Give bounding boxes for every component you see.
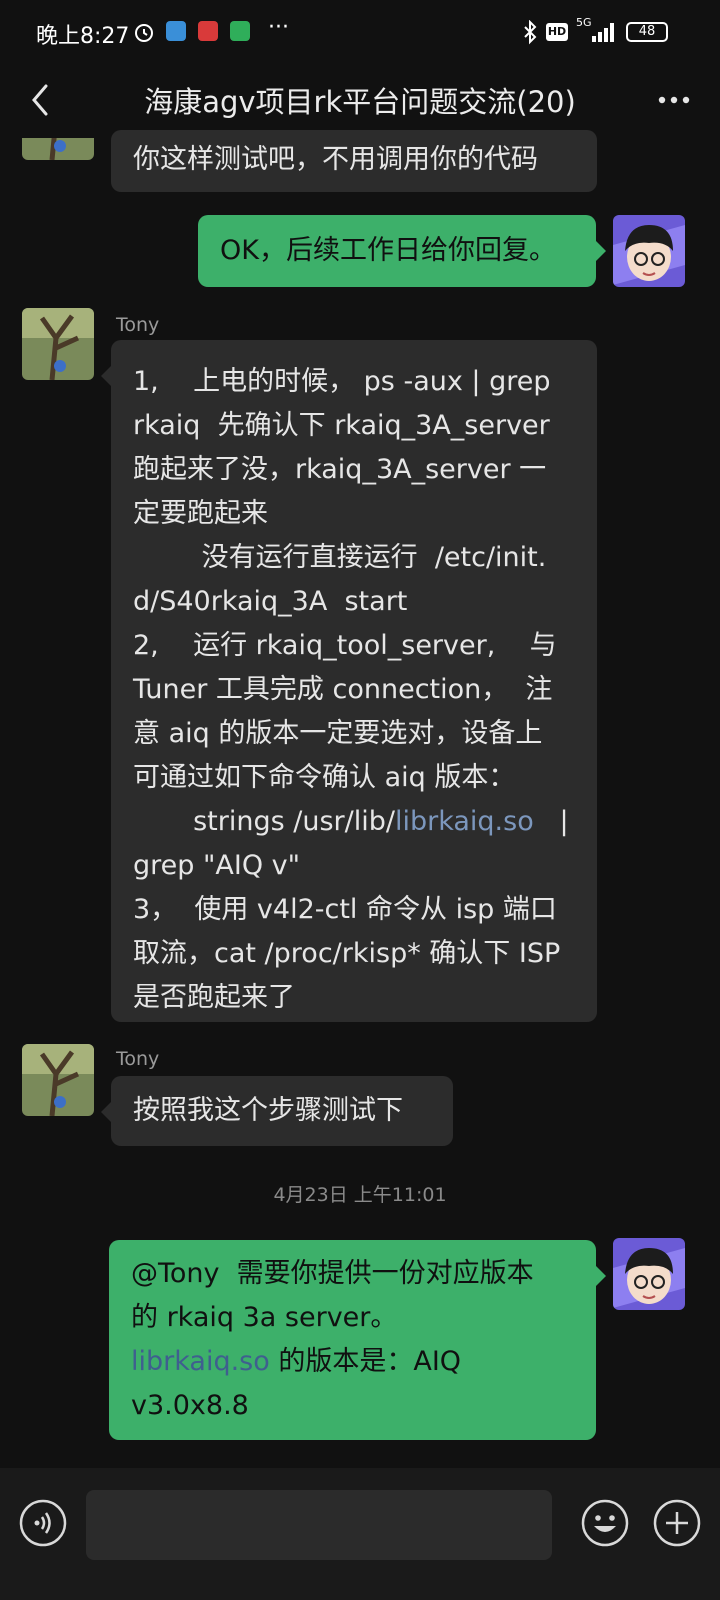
app-notify-icon (198, 21, 218, 41)
input-bar (0, 1468, 720, 1600)
message-text: 按照我这个步骤测试下 (133, 1095, 403, 1126)
message-line: grep "AIQ v" (133, 850, 301, 881)
more-icon[interactable] (650, 80, 698, 120)
message-line: Tuner 工具完成 connection， 注 (133, 674, 553, 705)
file-link[interactable]: librkaiq.so (395, 806, 534, 837)
bubble-tail (101, 1102, 111, 1122)
message-line: rkaiq 先确认下 rkaiq_3A_server (133, 410, 550, 441)
battery-icon: 48 (626, 22, 668, 42)
avatar-tony[interactable] (22, 308, 94, 380)
bluetooth-icon (524, 20, 537, 45)
avatar-self[interactable] (613, 1238, 685, 1310)
message-input[interactable] (86, 1490, 552, 1560)
file-link[interactable]: librkaiq.so (131, 1346, 270, 1377)
message-timestamp: 4月23日 上午11:01 (273, 1184, 447, 1206)
voice-icon[interactable] (18, 1498, 68, 1548)
bubble-tail (596, 241, 606, 261)
emoji-icon[interactable] (580, 1498, 630, 1548)
tree-avatar-image (22, 1044, 94, 1116)
message-line: 的 rkaiq 3a server。 (131, 1302, 398, 1333)
message-text: 的版本是：AIQ (269, 1346, 462, 1377)
message-bubble-self[interactable]: @Tony 需要你提供一份对应版本 的 rkaiq 3a server。 lib… (109, 1240, 606, 1440)
message-line: 可通过如下命令确认 aiq 版本： (133, 762, 516, 793)
message-line: d/S40rkaiq_3A start (133, 586, 408, 617)
message-line: 取流，cat /proc/rkisp* 确认下 ISP (133, 938, 561, 969)
bubble-tail (596, 1266, 606, 1286)
message-line: 是否跑起来了 (133, 982, 295, 1013)
avatar-self[interactable] (613, 215, 685, 287)
more-notifications-icon: ··· (268, 15, 289, 40)
message-line: 意 aiq 的版本一定要选对，设备上 (133, 718, 543, 749)
message-bubble[interactable]: 你这样测试吧，不用调用你的代码 (111, 130, 597, 192)
message-line: 定要跑起来 (133, 498, 268, 529)
message-bubble-self[interactable]: OK，后续工作日给你回复。 (198, 215, 606, 287)
hd-icon: HD (546, 23, 568, 41)
tree-avatar-image (22, 308, 94, 380)
bubble-tail (101, 366, 111, 386)
status-time: 晚上8:27 (36, 24, 130, 49)
message-line: 1, 上电的时候， ps -aux | grep (133, 366, 551, 397)
sender-name: Tony (116, 314, 160, 336)
sender-name: Tony (116, 1048, 160, 1070)
app-notify-icon (230, 21, 250, 41)
message-line: 2, 运行 rkaiq_tool_server, 与 (133, 630, 557, 661)
chat-header: 海康agv项目rk平台问题交流(20) (0, 66, 720, 140)
message-text: strings /usr/lib/ (133, 806, 395, 837)
cartoon-avatar-image (613, 215, 685, 287)
message-text: OK，后续工作日给你回复。 (220, 235, 556, 266)
status-bar: 晚上8:27 ··· HD 5G 48 (0, 0, 720, 66)
signal-icon (592, 23, 614, 42)
chat-title: 海康agv项目rk平台问题交流(20) (144, 85, 576, 119)
message-bubble[interactable]: 1, 上电的时候， ps -aux | grep rkaiq 先确认下 rkai… (101, 340, 597, 1022)
message-line: v3.0x8.8 (131, 1390, 249, 1421)
app-notify-icon (166, 21, 186, 41)
message-text: | (533, 806, 569, 837)
message-bubble[interactable]: 按照我这个步骤测试下 (101, 1076, 453, 1146)
battery-level: 48 (638, 24, 656, 39)
alarm-icon (135, 24, 153, 42)
message-line: @Tony 需要你提供一份对应版本 (131, 1258, 534, 1289)
message-line-with-link: librkaiq.so 的版本是：AIQ (131, 1340, 578, 1384)
message-line: 跑起来了没，rkaiq_3A_server 一 (133, 454, 547, 485)
back-icon[interactable] (22, 80, 62, 120)
message-text: 你这样测试吧，不用调用你的代码 (133, 144, 538, 175)
message-line-with-link: strings /usr/lib/librkaiq.so | (133, 800, 579, 844)
message-line: 3， 使用 v4l2-ctl 命令从 isp 端口 (133, 894, 557, 925)
avatar-tony[interactable] (22, 1044, 94, 1116)
message-line: 没有运行直接运行 /etc/init. (133, 542, 547, 573)
plus-icon[interactable] (652, 1498, 702, 1548)
cartoon-avatar-image (613, 1238, 685, 1310)
